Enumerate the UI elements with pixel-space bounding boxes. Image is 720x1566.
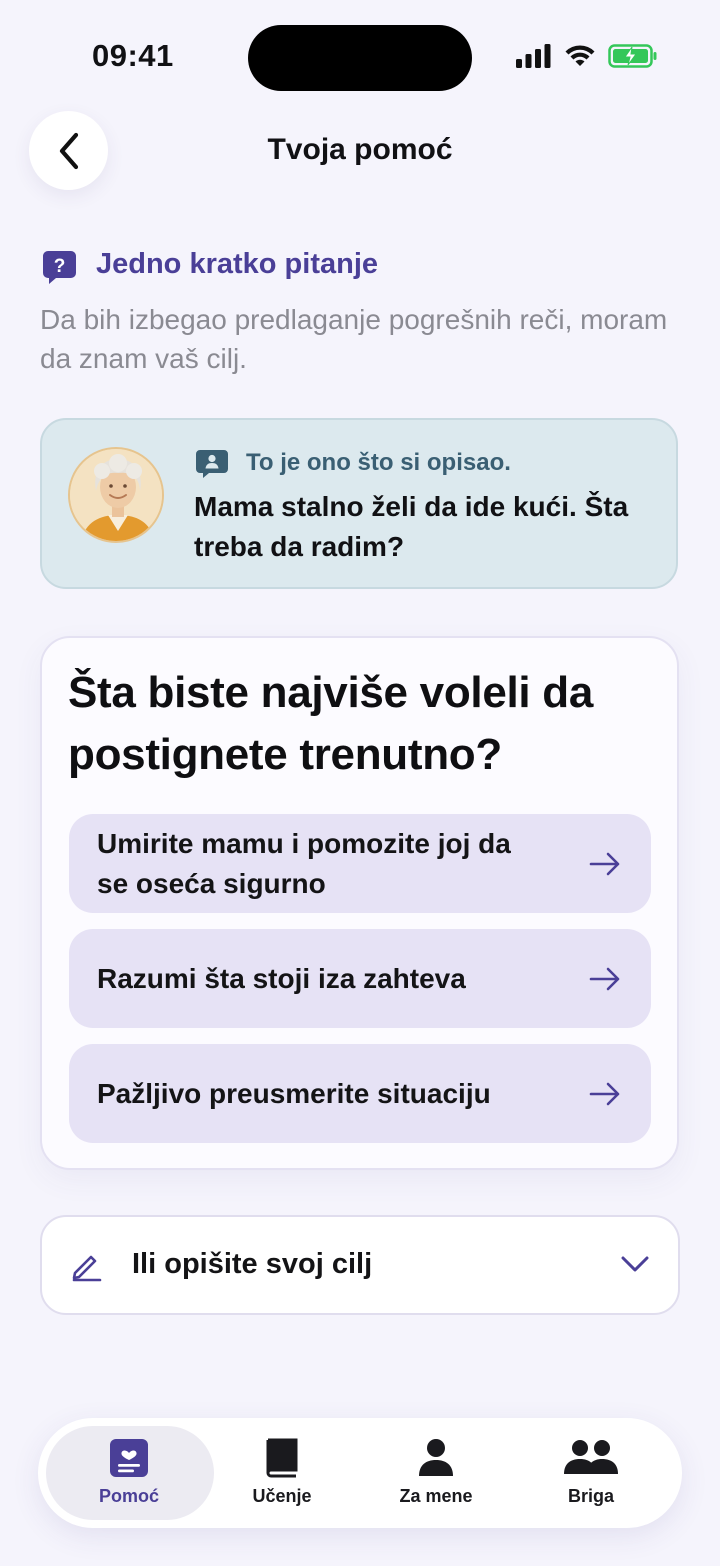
arrow-right-icon bbox=[589, 852, 620, 875]
pencil-icon bbox=[72, 1255, 102, 1282]
avatar bbox=[68, 447, 164, 543]
goal-option-label: Razumi šta stoji iza zahteva bbox=[97, 962, 466, 994]
person-icon bbox=[419, 1439, 453, 1476]
tab-label: Briga bbox=[567, 1486, 614, 1506]
goal-option-understand[interactable]: Razumi šta stoji iza zahteva bbox=[69, 929, 651, 1028]
describe-goal-label: Ili opišite svoj cilj bbox=[132, 1248, 373, 1280]
status-icons bbox=[516, 44, 658, 68]
wifi-icon bbox=[565, 45, 595, 66]
goal-option-label: Pažljivo preusmerite situaciju bbox=[97, 1077, 491, 1109]
tab-label: Pomoć bbox=[98, 1486, 159, 1506]
status-time: 09:41 bbox=[92, 38, 174, 73]
goal-option-label: Umirite mamu i pomozite joj da se oseća … bbox=[97, 827, 511, 899]
grandmother-avatar-icon bbox=[70, 449, 162, 541]
question-subtitle: Da bih izbegao predlaganje pogrešnih reč… bbox=[40, 304, 668, 374]
book-icon bbox=[266, 1438, 298, 1478]
goal-title: Šta biste najviše voleli da postignete t… bbox=[68, 668, 594, 779]
tab-ucenje[interactable]: Učenje bbox=[207, 1436, 357, 1507]
battery-charging-icon bbox=[608, 44, 657, 68]
tab-label: Učenje bbox=[252, 1486, 312, 1506]
described-label: To je ono što si opisao. bbox=[246, 449, 511, 476]
help-card-icon bbox=[110, 1439, 148, 1477]
svg-text:?: ? bbox=[54, 256, 66, 277]
question-title: Jedno kratko pitanje bbox=[96, 248, 379, 280]
chat-person-icon bbox=[196, 450, 228, 478]
chevron-down-icon bbox=[621, 1256, 649, 1272]
tab-briga[interactable]: Briga bbox=[516, 1436, 666, 1507]
tab-za-mene[interactable]: Za mene bbox=[361, 1436, 511, 1507]
arrow-right-icon bbox=[589, 1082, 620, 1105]
goal-option-redirect[interactable]: Pažljivo preusmerite situaciju bbox=[69, 1044, 651, 1143]
page-title: Tvoja pomoć bbox=[267, 133, 453, 166]
goal-option-calm[interactable]: Umirite mamu i pomozite joj da se oseća … bbox=[69, 814, 651, 913]
people-icon bbox=[564, 1440, 618, 1474]
described-text: Mama stalno želi da ide kući. Šta treba … bbox=[194, 491, 629, 562]
arrow-right-icon bbox=[589, 967, 620, 990]
tab-pomoc[interactable]: Pomoć bbox=[54, 1436, 204, 1507]
question-bubble-icon: ? bbox=[43, 251, 76, 284]
tab-label: Za mene bbox=[399, 1486, 473, 1506]
dynamic-island bbox=[248, 25, 472, 91]
signal-icon bbox=[516, 44, 551, 68]
